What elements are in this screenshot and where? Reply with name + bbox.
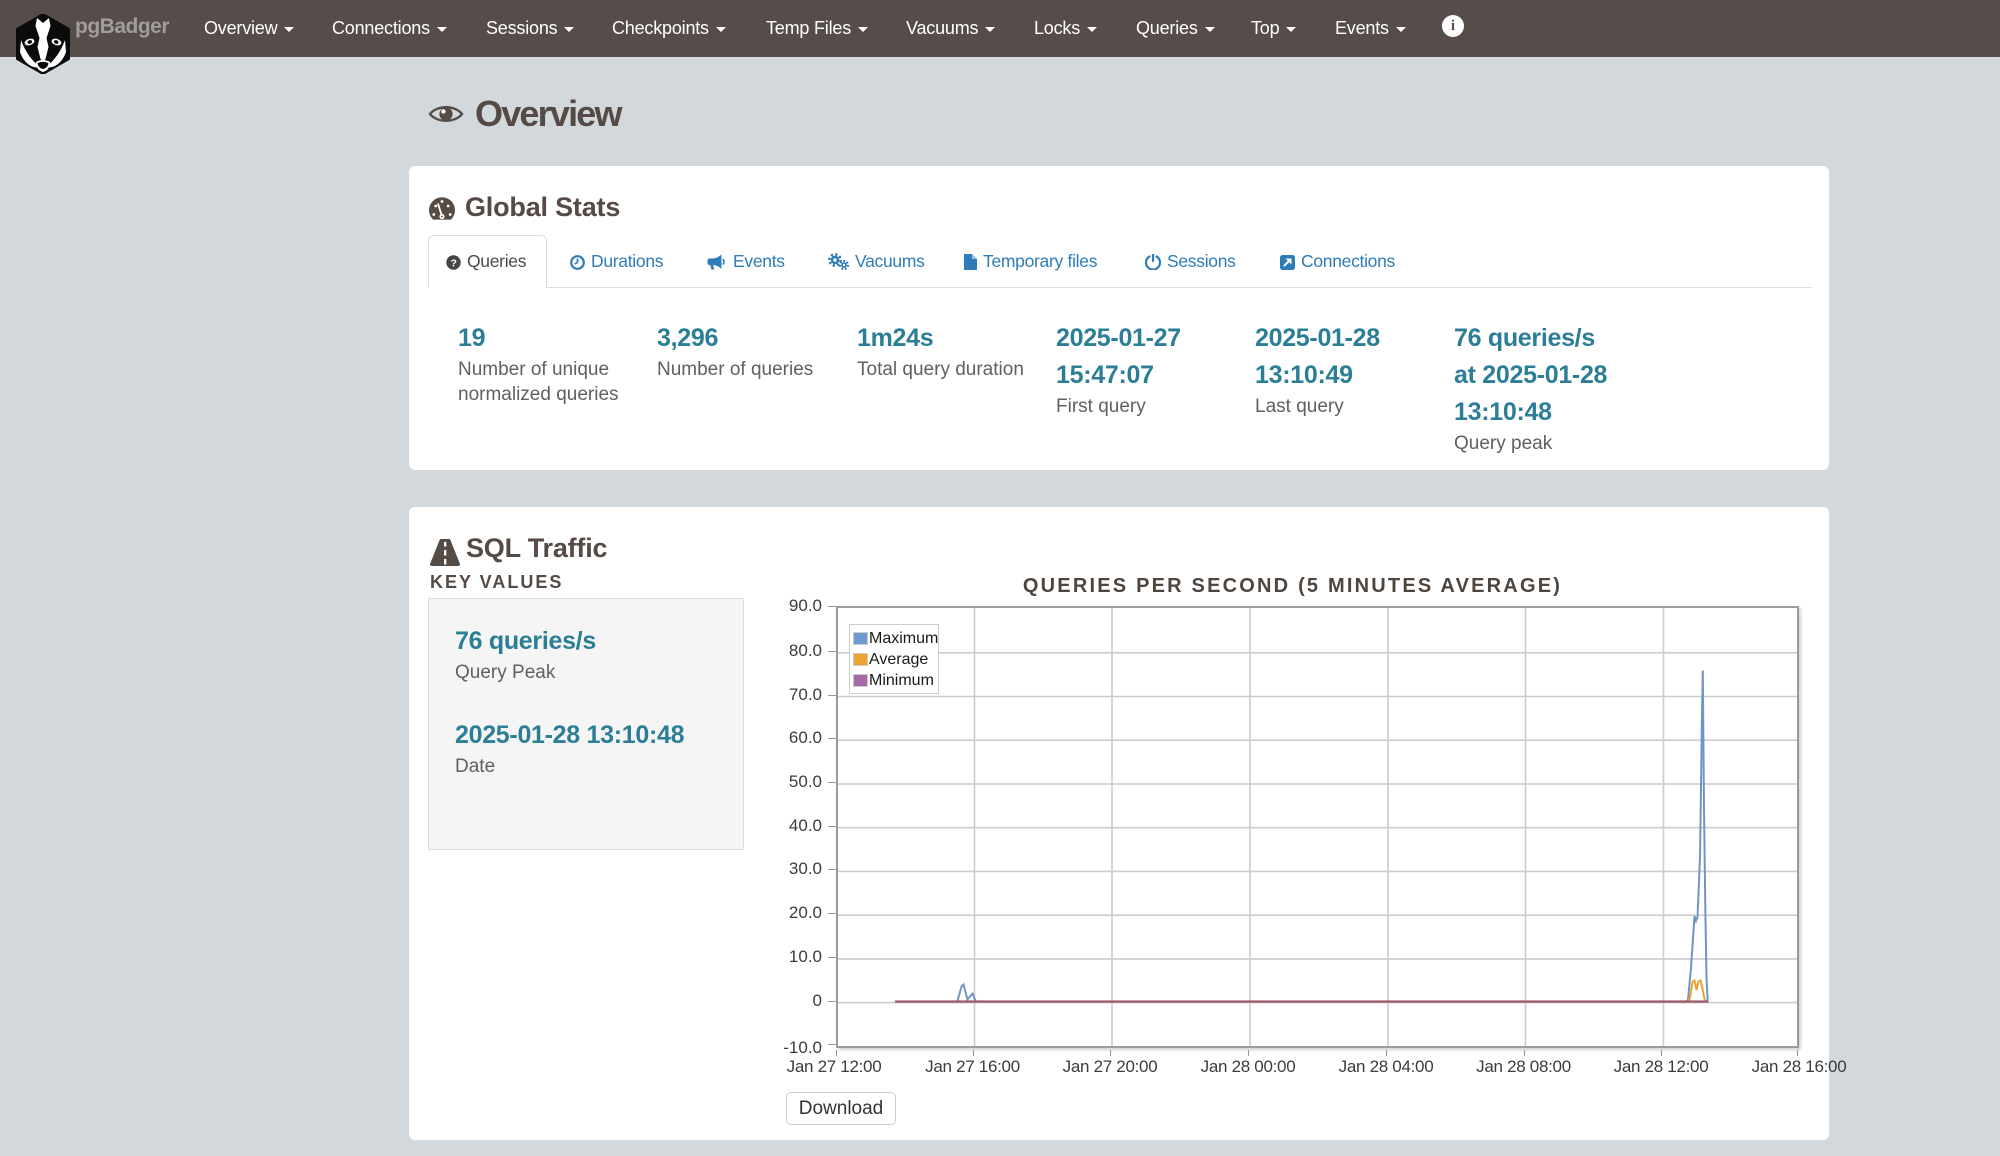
svg-text:?: ? [450, 257, 456, 269]
